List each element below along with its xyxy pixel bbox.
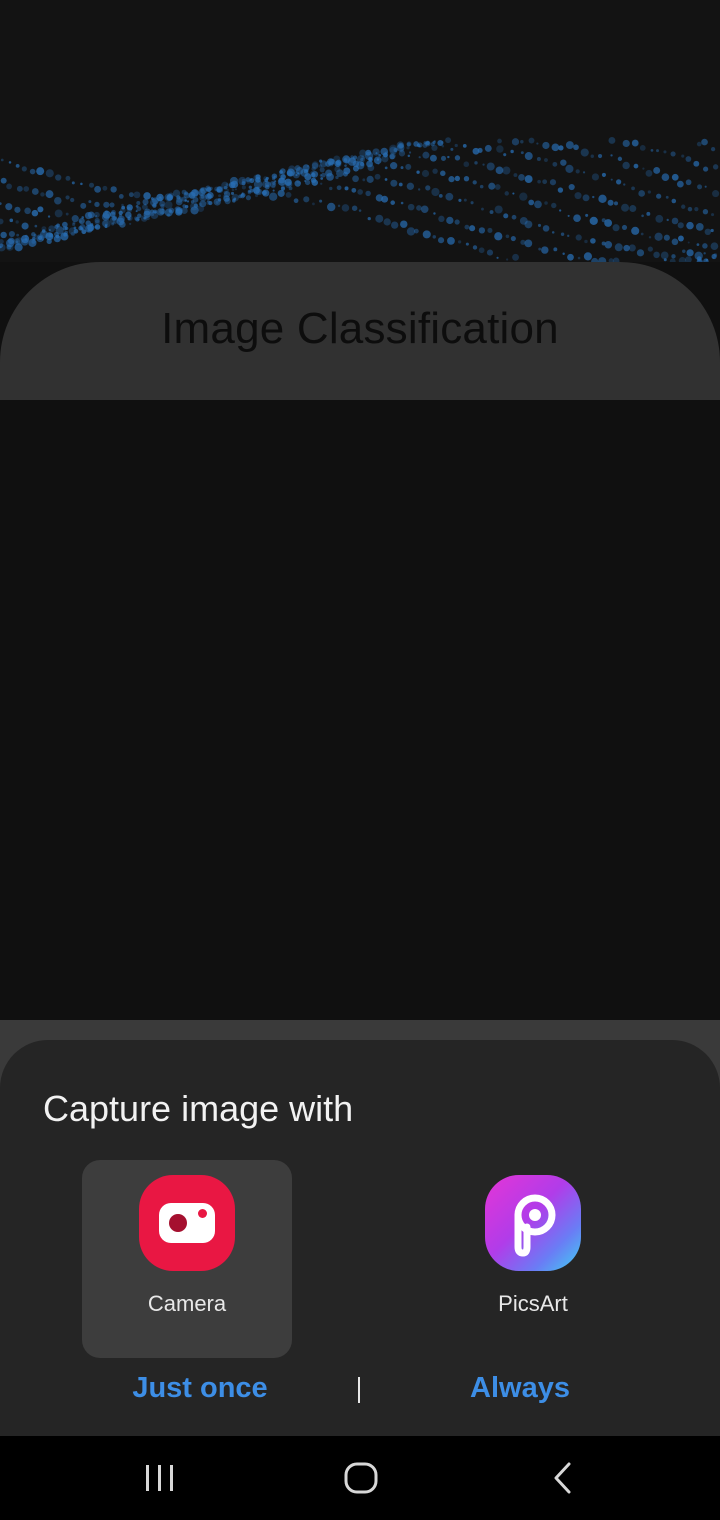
back-icon[interactable]	[541, 1456, 585, 1500]
particle-wave-decoration	[0, 137, 720, 262]
recent-apps-icon[interactable]	[138, 1456, 182, 1500]
home-icon[interactable]	[339, 1456, 383, 1500]
app-option-camera[interactable]: Camera	[82, 1160, 292, 1358]
always-button[interactable]: Always	[450, 1372, 590, 1412]
app-label-camera: Camera	[147, 1291, 227, 1316]
picsart-icon	[485, 1175, 581, 1271]
navigation-bar	[0, 1436, 720, 1520]
chooser-title: Capture image with	[43, 1088, 354, 1129]
button-divider	[358, 1377, 360, 1403]
header-background	[0, 0, 720, 262]
app-option-picsart[interactable]: PicsArt	[428, 1160, 638, 1358]
app-label-picsart: PicsArt	[498, 1291, 568, 1316]
camera-icon	[139, 1175, 235, 1271]
image-preview-area	[0, 400, 720, 1020]
just-once-button[interactable]: Just once	[120, 1372, 280, 1412]
page-title: Image Classification	[161, 304, 559, 353]
